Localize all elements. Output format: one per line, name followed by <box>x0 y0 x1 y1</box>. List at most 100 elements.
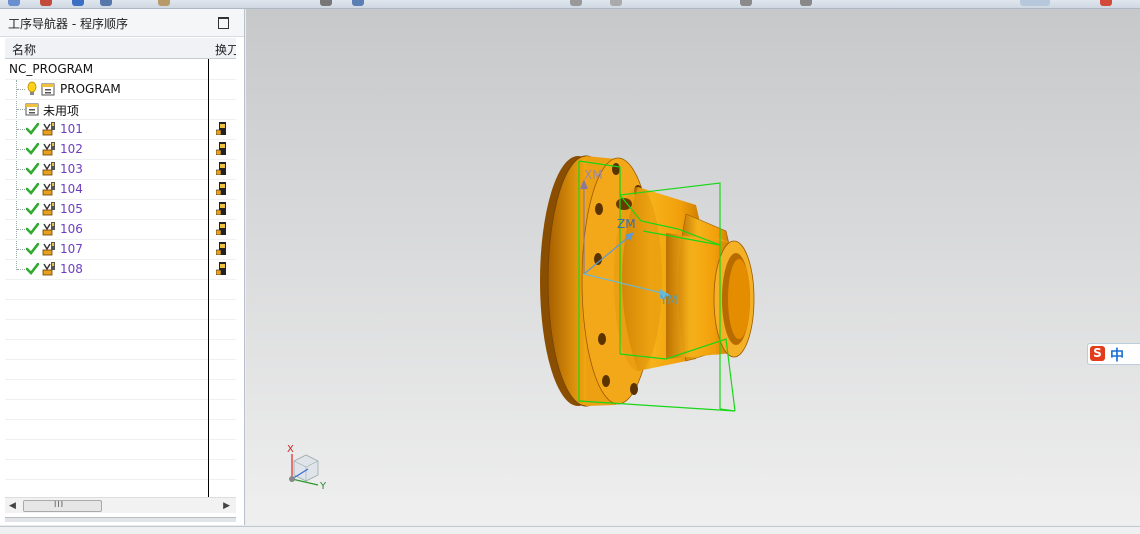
scroll-grip: III <box>54 500 65 509</box>
program-label: PROGRAM <box>60 82 121 96</box>
model-canvas[interactable]: XM ZM YM X Y <box>246 9 1140 525</box>
operation-label: 102 <box>60 142 83 156</box>
mill-operation-icon <box>42 262 55 276</box>
tool-change-icon <box>216 122 226 135</box>
tool-change-icon <box>216 222 226 235</box>
mill-operation-icon <box>42 202 55 216</box>
operation-label: 105 <box>60 202 83 216</box>
check-icon <box>26 183 39 195</box>
horizontal-scrollbar[interactable]: ◀ III ▶ <box>5 497 236 513</box>
operation-label: 101 <box>60 122 83 136</box>
empty-row <box>5 459 236 480</box>
tree-branch <box>17 169 25 170</box>
unused-label: 未用项 <box>43 104 80 118</box>
empty-row <box>5 279 236 300</box>
operation-row[interactable]: 104 <box>5 179 236 200</box>
operation-row[interactable]: 108 <box>5 259 236 280</box>
tool-change-icon <box>216 162 226 175</box>
toolbar-icon[interactable] <box>800 0 812 6</box>
tree-branch <box>17 109 25 110</box>
operation-row[interactable]: 107 <box>5 239 236 260</box>
graphics-viewport[interactable]: XM ZM YM X Y <box>246 9 1140 525</box>
lightbulb-icon <box>27 81 37 95</box>
empty-row <box>5 419 236 440</box>
check-icon <box>26 203 39 215</box>
tree-branch <box>17 229 25 230</box>
toolbar-icon[interactable] <box>320 0 332 6</box>
tree-node-program[interactable]: PROGRAM <box>5 79 236 100</box>
triad-x-label: X <box>287 444 294 455</box>
tool-change-icon <box>216 202 226 215</box>
maximize-icon[interactable] <box>218 17 229 29</box>
mill-operation-icon <box>42 182 55 196</box>
toolbar-icon[interactable] <box>1020 0 1050 6</box>
operation-row[interactable]: 103 <box>5 159 236 180</box>
navigator-header: 工序导航器 - 程序顺序 <box>0 9 244 37</box>
tree-branch <box>17 189 25 190</box>
mill-operation-icon <box>42 242 55 256</box>
column-header: 名称 换刀 <box>5 38 236 59</box>
toolbar-icon[interactable] <box>40 0 52 6</box>
check-icon <box>26 143 39 155</box>
navigator-resize-bar[interactable] <box>5 517 236 522</box>
empty-row <box>5 379 236 400</box>
toolbar-icon[interactable] <box>1100 0 1112 6</box>
xm-axis-label: XM <box>584 168 603 182</box>
unused-group-icon <box>25 103 39 116</box>
toolbar-icon[interactable] <box>100 0 112 6</box>
operation-row[interactable]: 105 <box>5 199 236 220</box>
scroll-thumb[interactable]: III <box>23 500 102 512</box>
view-triad[interactable]: X Y <box>287 444 327 492</box>
operation-label: 106 <box>60 222 83 236</box>
navigator-title: 工序导航器 - 程序顺序 <box>8 17 128 31</box>
check-icon <box>26 123 39 135</box>
empty-row <box>5 359 236 380</box>
operation-label: 108 <box>60 262 83 276</box>
tree-branch <box>17 249 25 250</box>
operation-row[interactable]: 101 <box>5 119 236 140</box>
ym-axis-label: YM <box>659 293 678 307</box>
toolbar-icon[interactable] <box>8 0 20 6</box>
empty-row <box>5 299 236 320</box>
toolbar-icon[interactable] <box>740 0 752 6</box>
top-toolbar <box>0 0 1140 9</box>
ime-logo-icon[interactable]: S <box>1090 346 1105 361</box>
tool-change-icon <box>216 142 226 155</box>
mill-operation-icon <box>42 122 55 136</box>
empty-row <box>5 399 236 420</box>
check-icon <box>26 263 39 275</box>
operation-row[interactable]: 102 <box>5 139 236 160</box>
empty-row <box>5 319 236 340</box>
mill-operation-icon <box>42 222 55 236</box>
operation-navigator: 工序导航器 - 程序顺序 名称 换刀 NC_PROGRAM PROGRAM 未用… <box>0 9 245 525</box>
column-divider[interactable] <box>208 59 209 505</box>
scroll-right-arrow-icon[interactable]: ▶ <box>223 501 230 511</box>
tree-branch <box>17 149 25 150</box>
ime-language-indicator[interactable]: 中 <box>1110 345 1124 365</box>
empty-row <box>5 339 236 360</box>
operation-label: 104 <box>60 182 83 196</box>
tree-branch <box>17 89 25 90</box>
toolbar-icon[interactable] <box>158 0 170 6</box>
tool-change-icon <box>216 242 226 255</box>
toolbar-icon[interactable] <box>610 0 622 6</box>
tree-node-unused[interactable]: 未用项 <box>5 99 236 120</box>
check-icon <box>26 223 39 235</box>
operation-row[interactable]: 106 <box>5 219 236 240</box>
operation-label: 107 <box>60 242 83 256</box>
toolbar-icon[interactable] <box>72 0 84 6</box>
toolbar-icon[interactable] <box>352 0 364 6</box>
tool-change-icon <box>216 182 226 195</box>
scroll-left-arrow-icon[interactable]: ◀ <box>9 501 16 511</box>
tree-node-root[interactable]: NC_PROGRAM <box>5 59 236 80</box>
check-icon <box>26 163 39 175</box>
ime-toolbar[interactable]: S 中 <box>1087 343 1140 365</box>
column-name-header[interactable]: 名称 <box>12 41 36 58</box>
tree-branch <box>17 269 25 270</box>
mill-operation-icon <box>42 142 55 156</box>
toolbar-icon[interactable] <box>570 0 582 6</box>
tree-branch <box>17 209 25 210</box>
column-tool-change-header[interactable]: 换刀 <box>215 41 236 58</box>
empty-row <box>5 439 236 460</box>
flange-part[interactable] <box>540 155 755 407</box>
